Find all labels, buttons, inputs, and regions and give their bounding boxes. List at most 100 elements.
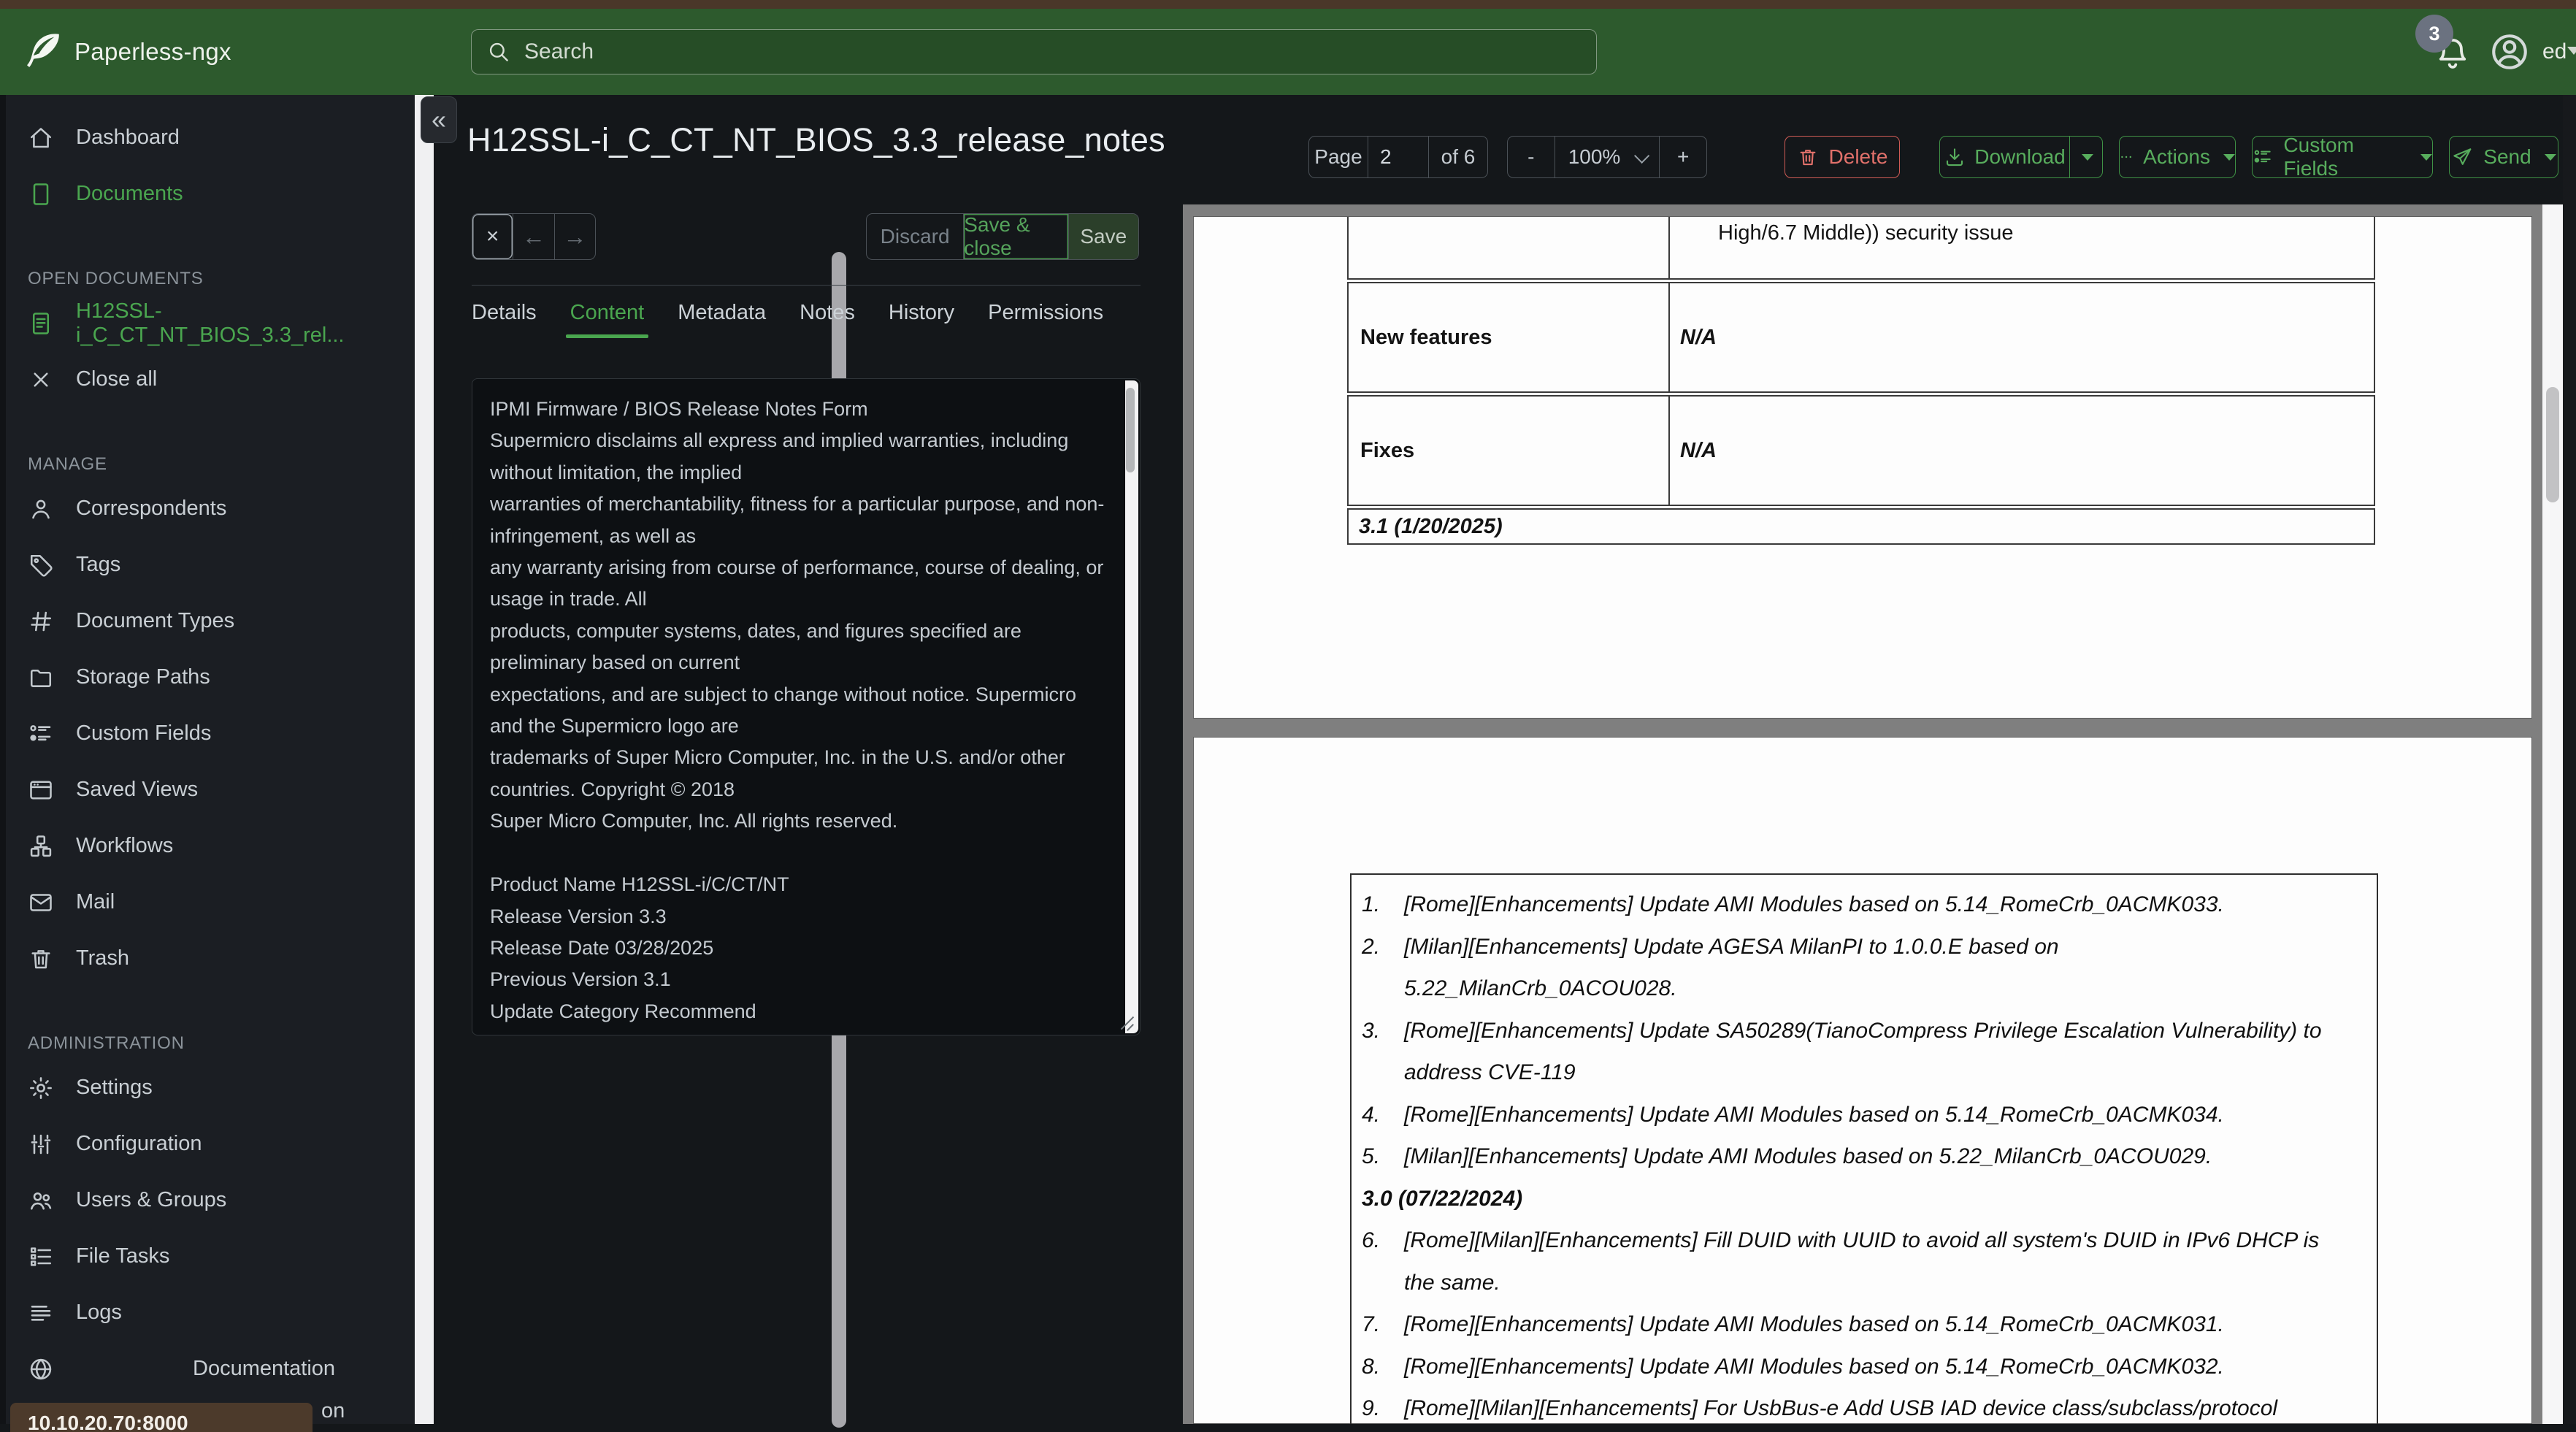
tab-details[interactable]: Details xyxy=(472,301,537,338)
trash-icon xyxy=(1797,146,1819,168)
pdf-viewer[interactable]: High/6.7 Middle)) security issue New fea… xyxy=(1183,204,2563,1424)
page-number-input[interactable] xyxy=(1368,145,1428,169)
table-cell-value: N/A xyxy=(1668,283,2374,391)
sidebar-item-h12ssl-i-c-ct-nt-bios-3-3-rel[interactable]: H12SSL-i_C_CT_NT_BIOS_3.3_rel... xyxy=(0,295,416,351)
arrow-left-icon: ← xyxy=(521,223,545,250)
hash-icon xyxy=(28,608,54,635)
sidebar-item-logs[interactable]: Logs xyxy=(0,1284,416,1341)
editor-close-button[interactable]: × xyxy=(472,214,513,259)
sidebar-item-documents[interactable]: Documents xyxy=(0,166,416,222)
sidebar-item-configuration[interactable]: Configuration xyxy=(0,1116,416,1172)
caret-down-icon xyxy=(2544,153,2556,161)
envelope-icon xyxy=(28,889,54,916)
zoom-in-button[interactable]: + xyxy=(1659,137,1706,177)
text-lines-icon xyxy=(28,1300,54,1326)
sidebar-item-file-tasks[interactable]: File Tasks xyxy=(0,1228,416,1284)
sidebar-item-tags[interactable]: Tags xyxy=(0,537,416,593)
sidebar-item-documentation[interactable]: Documentation xyxy=(0,1341,416,1397)
textarea-scrollbar[interactable] xyxy=(1125,380,1138,1033)
sidebar-item-saved-views[interactable]: Saved Views xyxy=(0,762,416,818)
editor-back-button[interactable]: ← xyxy=(513,214,553,259)
custom-fields-label: Custom Fields xyxy=(2283,134,2354,180)
list-item-text: [Rome][Enhancements] Update SA50289(Tian… xyxy=(1404,1018,2322,1085)
sidebar-item-custom-fields[interactable]: Custom Fields xyxy=(0,705,416,762)
textarea-scrollbar-thumb[interactable] xyxy=(1126,388,1135,472)
search-box[interactable] xyxy=(471,29,1597,74)
zoom-level-value: 100% xyxy=(1568,145,1621,168)
brand-name: Paperless-ngx xyxy=(74,38,231,65)
arrow-right-icon: → xyxy=(563,223,587,250)
sidebar-item-users-groups[interactable]: Users & Groups xyxy=(0,1172,416,1228)
tab-content[interactable]: Content xyxy=(565,301,648,338)
zoom-out-button[interactable]: - xyxy=(1508,137,1555,177)
tab-notes[interactable]: Notes xyxy=(800,301,855,338)
sidebar-item-close-all[interactable]: Close all xyxy=(0,351,416,407)
sidebar-item-label: Document Types xyxy=(76,609,235,632)
sidebar-item-trash[interactable]: Trash xyxy=(0,930,416,987)
table-row-partial: High/6.7 Middle)) security issue xyxy=(1347,217,2375,280)
actions-button[interactable]: Actions xyxy=(2119,136,2236,178)
release-note-item: 8. [Rome][Enhancements] Update AMI Module… xyxy=(1362,1346,2326,1388)
release-note-item: 9. [Rome][Milan][Enhancements] For UsbBus… xyxy=(1362,1387,2326,1424)
sidebar-item-correspondents[interactable]: Correspondents xyxy=(0,480,416,537)
table-cell-label xyxy=(1349,217,1668,278)
page-title: H12SSL-i_C_CT_NT_BIOS_3.3_release_notes xyxy=(467,121,1165,158)
save-and-close-button[interactable]: Save & close xyxy=(963,214,1067,259)
sidebar-scrollbar[interactable] xyxy=(415,95,846,1428)
delete-button[interactable]: Delete xyxy=(1785,136,1900,178)
sidebar-item-workflows[interactable]: Workflows xyxy=(0,818,416,874)
zoom-control-group: - 100% + xyxy=(1507,136,1707,178)
editor-forward-button[interactable]: → xyxy=(553,214,595,259)
sidebar-item-settings[interactable]: Settings xyxy=(0,1060,416,1116)
download-dropdown-button[interactable] xyxy=(2069,137,2102,177)
user-menu-caret-icon[interactable] xyxy=(2567,47,2576,55)
pdf-scrollbar[interactable] xyxy=(2542,204,2563,1424)
send-button[interactable]: Send xyxy=(2449,136,2558,178)
tab-metadata[interactable]: Metadata xyxy=(678,301,766,338)
download-button[interactable]: Download xyxy=(1939,136,2103,178)
window-icon xyxy=(28,777,54,803)
release-note-item: 3. [Rome][Enhancements] Update SA50289(Ti… xyxy=(1362,1010,2326,1094)
username[interactable]: ed xyxy=(2542,9,2567,95)
caret-down-icon xyxy=(2223,153,2235,161)
sidebar-item-storage-paths[interactable]: Storage Paths xyxy=(0,649,416,705)
sidebar-collapse-button[interactable]: « xyxy=(421,96,457,143)
tab-permissions[interactable]: Permissions xyxy=(988,301,1103,338)
sidebar-item-label: Storage Paths xyxy=(76,665,210,689)
trash-icon xyxy=(28,946,54,972)
search-input[interactable] xyxy=(523,39,1596,65)
table-cell-value: N/A xyxy=(1668,397,2374,505)
table-cell-label: Fixes xyxy=(1360,438,1415,462)
sidebar-item-label: Saved Views xyxy=(76,778,199,801)
tab-history[interactable]: History xyxy=(889,301,954,338)
sidebar-item-label: Configuration xyxy=(76,1132,202,1155)
sidebar-item-dashboard[interactable]: Dashboard xyxy=(0,110,416,166)
sliders-icon xyxy=(28,1131,54,1157)
pdf-scrollbar-thumb[interactable] xyxy=(2546,387,2559,502)
editor-nav-group: × ← → xyxy=(472,213,596,260)
download-icon xyxy=(1944,146,1966,168)
content-textarea[interactable]: IPMI Firmware / BIOS Release Notes Form … xyxy=(472,378,1141,1035)
user-avatar-icon[interactable] xyxy=(2488,31,2531,73)
sidebar-item-label: Documentation xyxy=(193,1357,336,1380)
custom-fields-button[interactable]: Custom Fields xyxy=(2252,134,2433,180)
boxes-icon xyxy=(28,833,54,859)
list-item-text: [Rome][Milan][Enhancements] Fill DUID wi… xyxy=(1404,1228,2320,1295)
sidebar-item-label: Correspondents xyxy=(76,497,227,520)
release-table: High/6.7 Middle)) security issue New fea… xyxy=(1347,217,2375,545)
discard-button[interactable]: Discard xyxy=(867,214,963,259)
sidebar-item-label: Users & Groups xyxy=(76,1188,227,1211)
resize-grip-icon[interactable] xyxy=(1120,1015,1136,1031)
zoom-level-select[interactable]: 100% xyxy=(1554,137,1660,177)
save-button[interactable]: Save xyxy=(1067,214,1138,259)
sidebar-item-label: H12SSL-i_C_CT_NT_BIOS_3.3_rel... xyxy=(76,299,345,347)
notification-badge: 3 xyxy=(2415,15,2453,53)
sidebar-item-mail[interactable]: Mail xyxy=(0,874,416,930)
sidebar-item-label: Settings xyxy=(76,1076,153,1099)
sidebar-item-document-types[interactable]: Document Types xyxy=(0,593,416,649)
sidebar-section-open-documents: OPEN DOCUMENTS xyxy=(28,269,204,288)
close-icon: × xyxy=(486,224,499,248)
custom-fields-icon xyxy=(2253,146,2273,168)
release-note-item: 1. [Rome][Enhancements] Update AMI Module… xyxy=(1362,884,2326,926)
sidebar-item-label: Workflows xyxy=(76,834,174,857)
